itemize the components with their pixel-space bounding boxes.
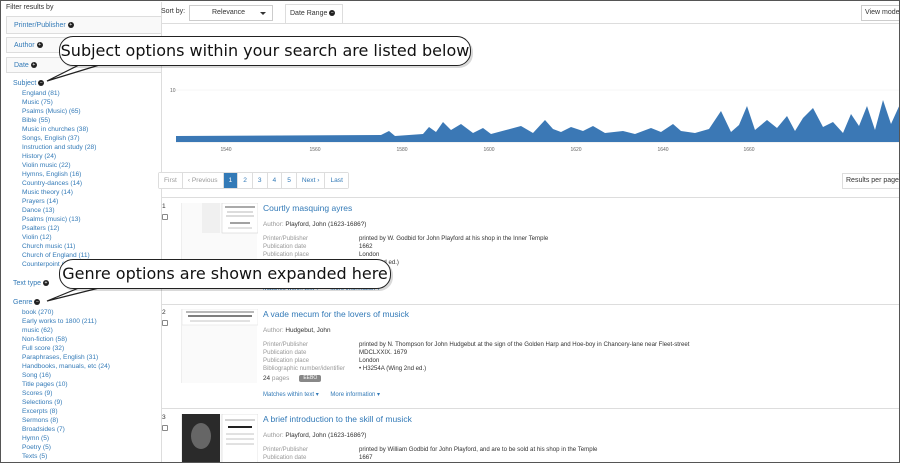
app-frame: Filter results by Printer/Publisher + Aut… — [0, 0, 900, 463]
callout-subject: Subject options within your search are l… — [59, 36, 471, 66]
callout-genre: Genre options are shown expanded here — [59, 259, 391, 289]
callout-arrows — [46, 58, 120, 302]
